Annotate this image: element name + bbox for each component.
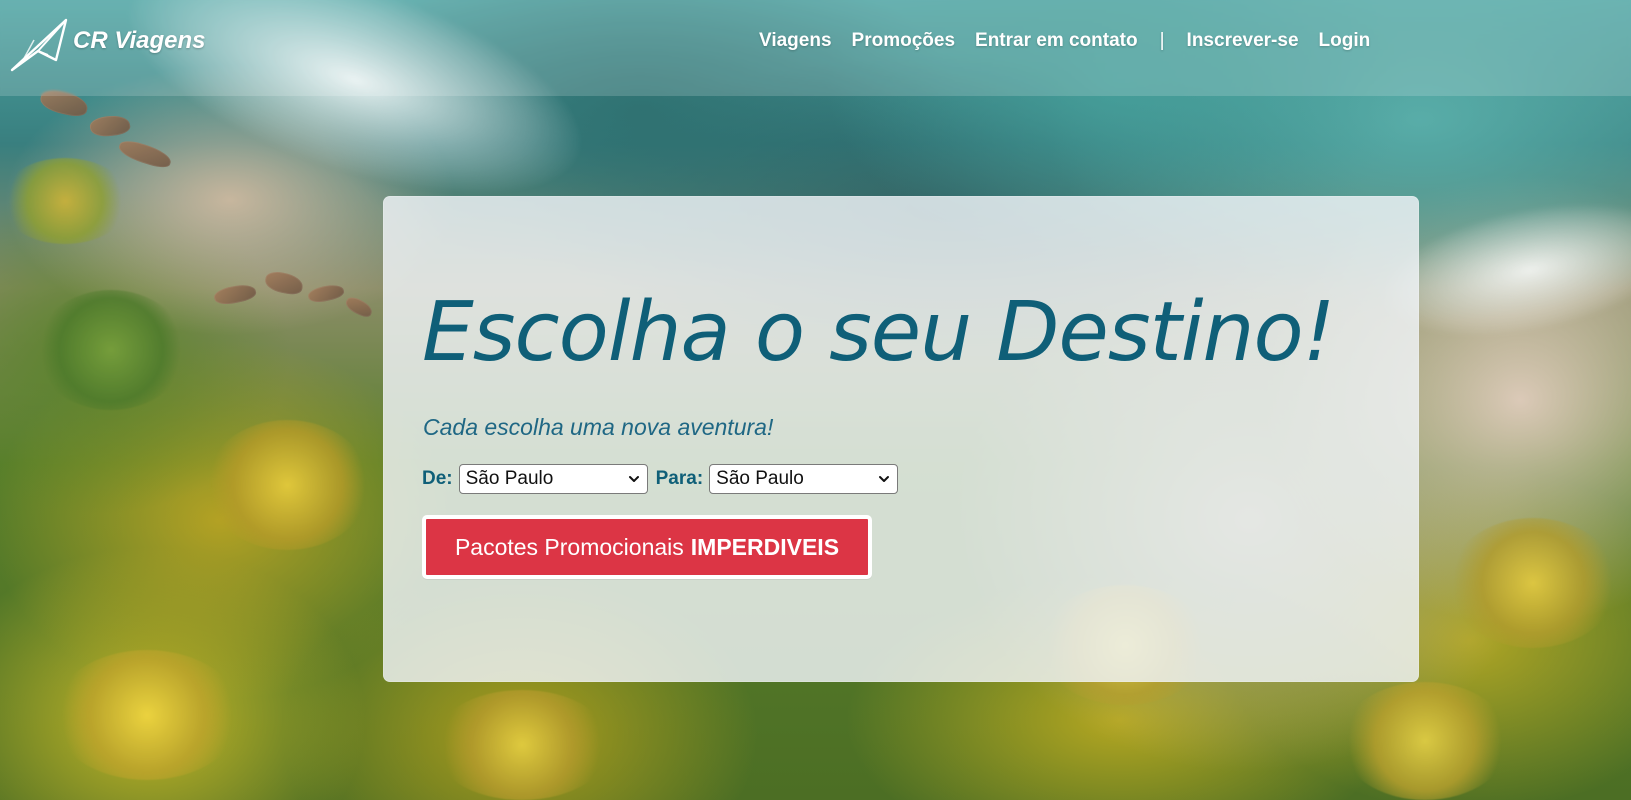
palm-foliage [432, 690, 612, 800]
hero-title: Escolha o seu Destino! [422, 285, 1336, 380]
promo-button-emphasis: IMPERDIVEIS [690, 533, 840, 560]
from-select[interactable]: São Paulo [458, 464, 648, 494]
palm-foliage [1448, 518, 1618, 648]
hero-subtitle: Cada escolha uma nova aventura! [423, 414, 774, 440]
nav-promocoes[interactable]: Promoções [852, 30, 955, 52]
palm-foliage [0, 158, 130, 244]
coastal-rock [116, 137, 174, 171]
top-navigation-bar: CR Viagens Viagens Promoções Entrar em c… [0, 0, 1631, 96]
paper-plane-icon [10, 18, 68, 72]
from-select-value[interactable]: São Paulo [458, 464, 648, 494]
from-label: De: [422, 468, 453, 489]
nav-login[interactable]: Login [1319, 30, 1371, 52]
palm-foliage [36, 290, 186, 410]
nav-viagens[interactable]: Viagens [759, 30, 832, 52]
to-select[interactable]: São Paulo [709, 464, 899, 494]
coastal-rock [88, 113, 132, 139]
palm-foliage [205, 420, 370, 550]
route-selector: De: São Paulo Para: São Paulo [422, 464, 899, 494]
promotional-packages-button[interactable]: Pacotes Promocionais IMPERDIVEIS [422, 515, 872, 579]
palm-foliage [1340, 682, 1510, 800]
brand-name[interactable]: CR Viagens [73, 27, 205, 55]
coastal-rock [263, 269, 305, 297]
nav-separator: | [1159, 30, 1165, 51]
chevron-down-icon [628, 476, 639, 482]
chevron-down-icon [879, 476, 890, 482]
nav-inscrever[interactable]: Inscrever-se [1187, 30, 1299, 52]
coastal-rock [306, 281, 346, 306]
destination-hero-card: Escolha o seu Destino! Cada escolha uma … [383, 196, 1419, 682]
beach-background: CR Viagens Viagens Promoções Entrar em c… [0, 0, 1631, 800]
coastal-rock [212, 281, 258, 308]
nav-contato[interactable]: Entrar em contato [975, 30, 1138, 52]
brand-logo[interactable]: CR Viagens [10, 16, 205, 72]
to-label: Para: [655, 468, 704, 489]
palm-foliage [52, 650, 242, 780]
promo-button-text: Pacotes Promocionais [454, 533, 684, 560]
to-select-value[interactable]: São Paulo [709, 464, 899, 494]
main-navigation: Viagens Promoções Entrar em contato | In… [759, 30, 1370, 52]
coastal-rock [343, 294, 375, 320]
